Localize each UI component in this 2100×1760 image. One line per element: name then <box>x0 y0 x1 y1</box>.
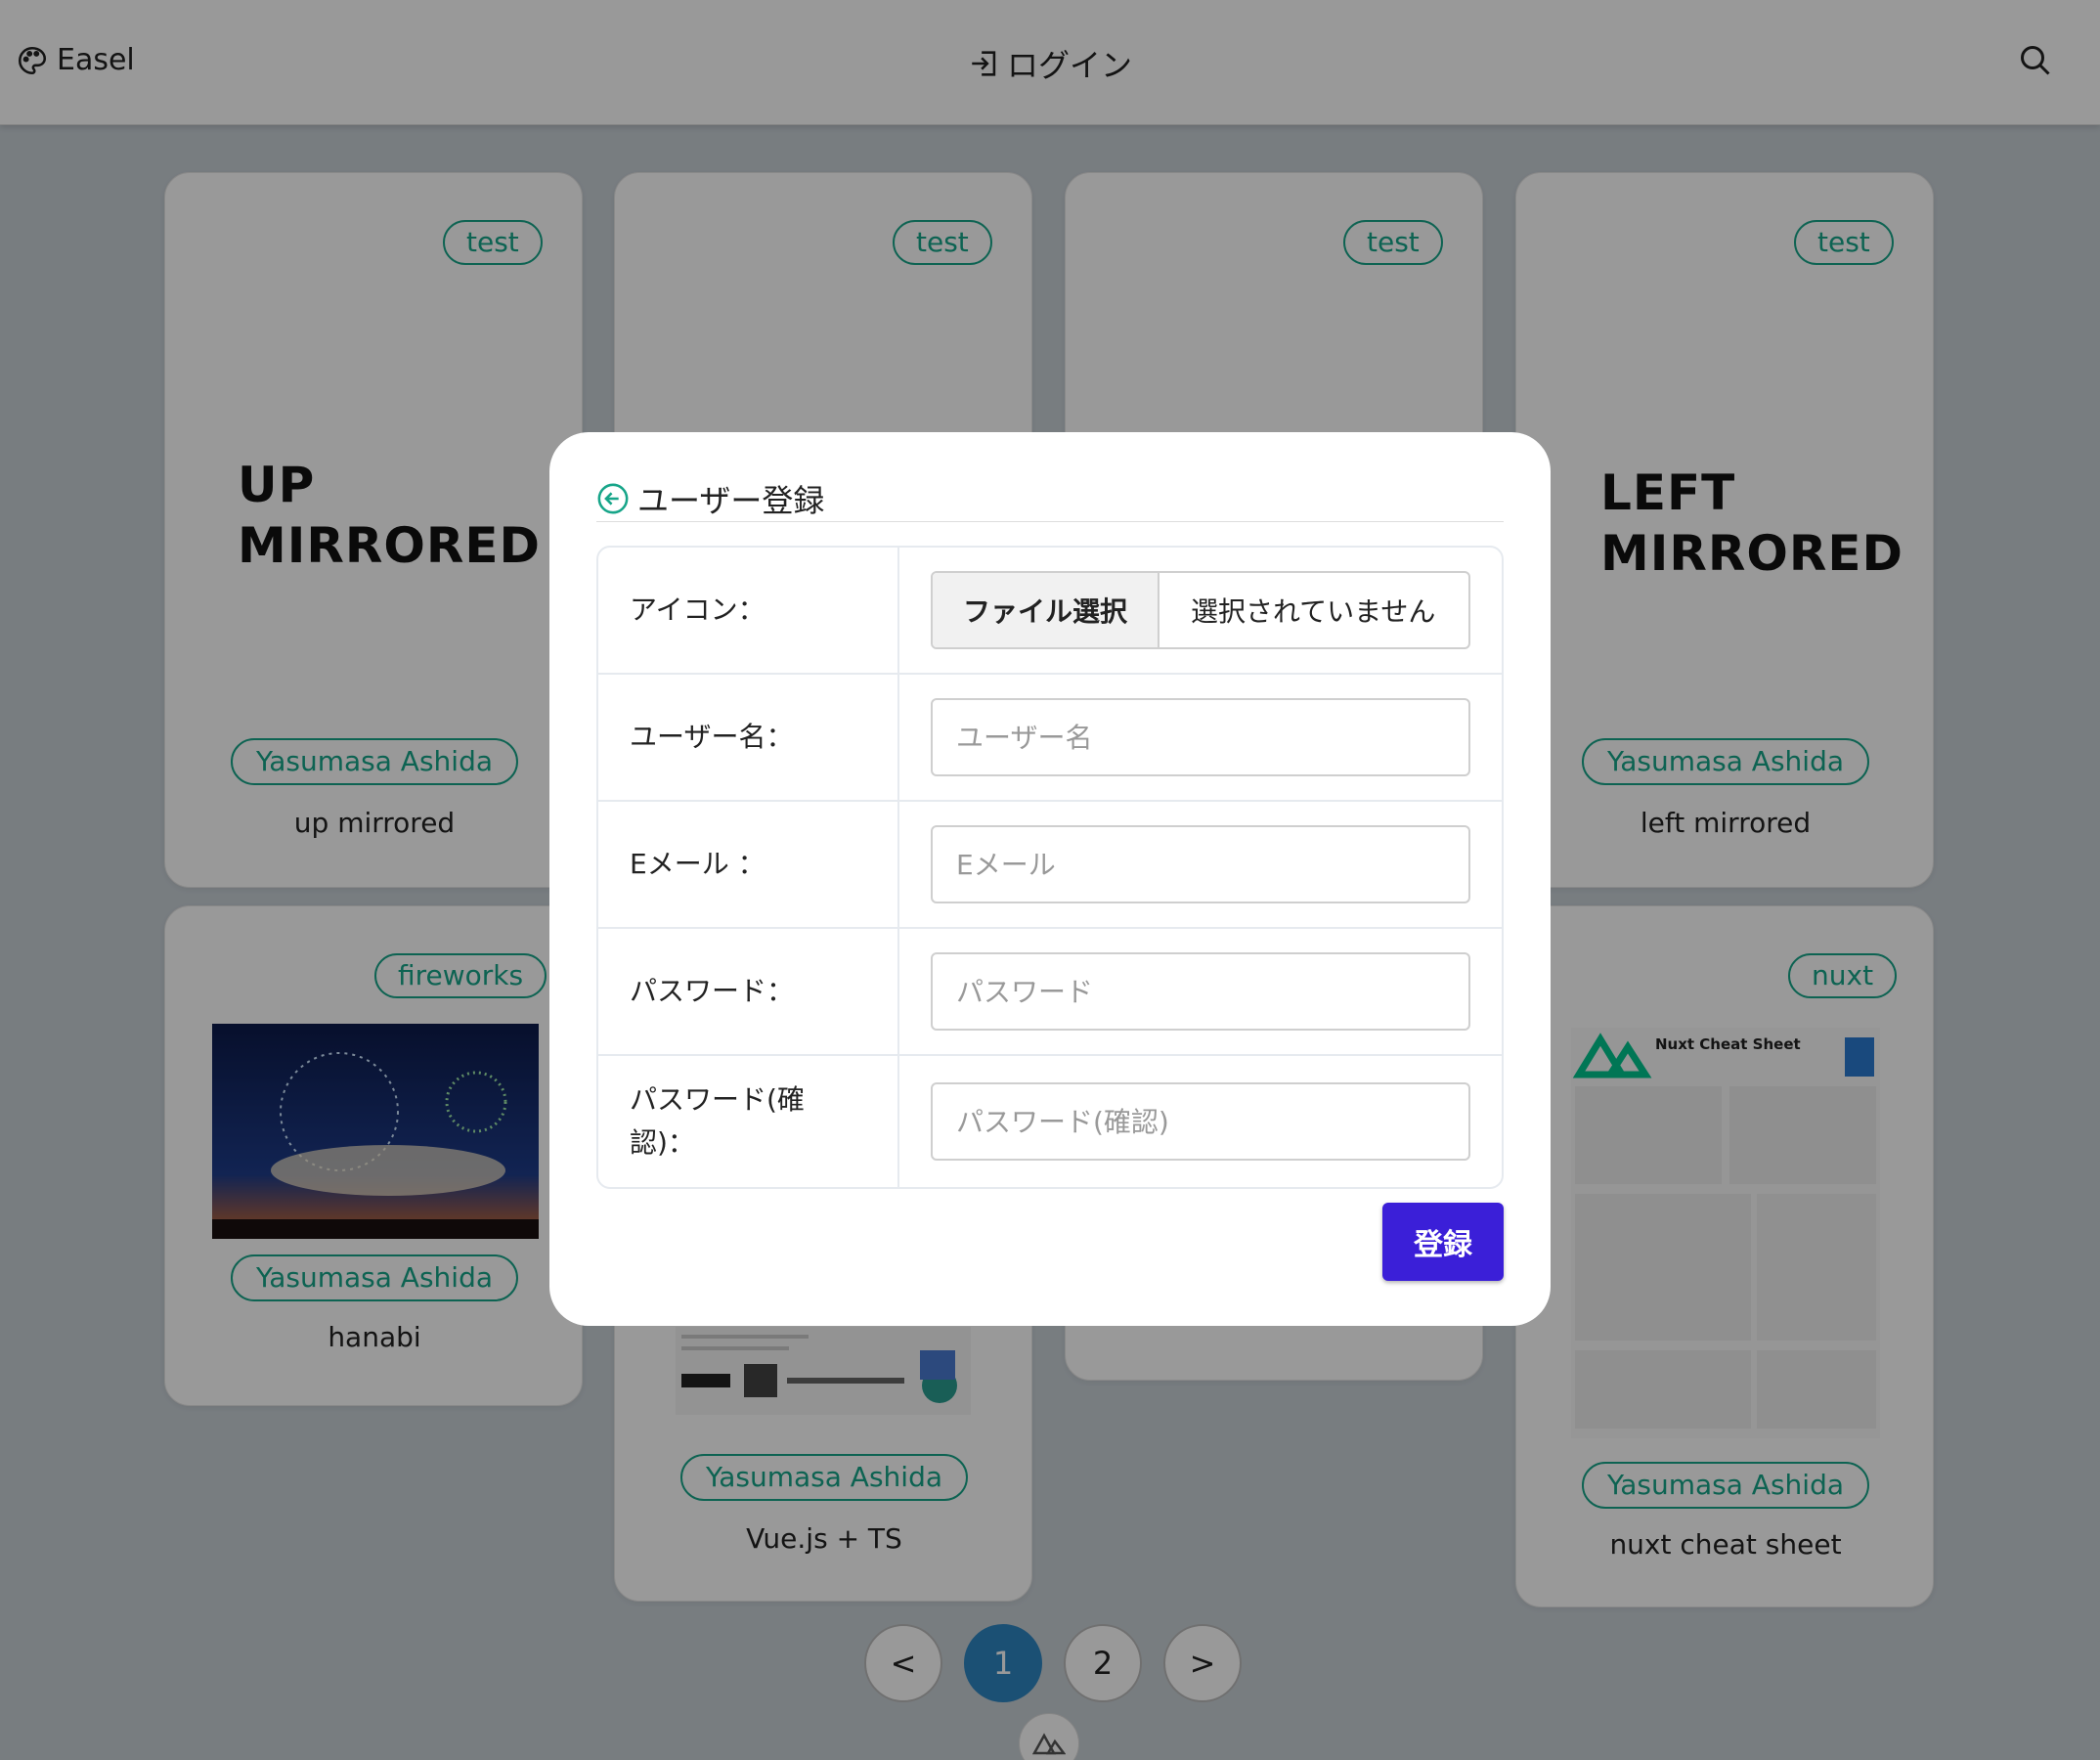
password-label: パスワード： <box>598 929 899 1054</box>
form-row-icon: アイコン： ファイル選択 選択されていません <box>598 548 1502 675</box>
icon-file-input[interactable]: ファイル選択 選択されていません <box>931 571 1470 649</box>
form-row-password: パスワード： <box>598 929 1502 1056</box>
password-confirm-input[interactable] <box>931 1082 1470 1161</box>
username-label: ユーザー名： <box>598 675 899 800</box>
form-row-password-confirm: パスワード(確認)： <box>598 1056 1502 1187</box>
password-confirm-label: パスワード(確認)： <box>598 1056 899 1187</box>
form-row-email: Eメール ： <box>598 802 1502 929</box>
modal-title: ユーザー登録 <box>637 481 825 519</box>
form-row-username: ユーザー名： <box>598 675 1502 802</box>
back-arrow-icon[interactable] <box>596 482 630 515</box>
file-status: 選択されていません <box>1191 595 1436 628</box>
register-form: アイコン： ファイル選択 選択されていません ユーザー名： Eメール ： パスワ… <box>596 546 1504 1189</box>
register-modal: ユーザー登録 アイコン： ファイル選択 選択されていません ユーザー名： Eメー… <box>549 432 1551 1326</box>
icon-label: アイコン： <box>598 548 899 673</box>
file-select-button[interactable]: ファイル選択 <box>933 573 1159 647</box>
email-input[interactable] <box>931 825 1470 903</box>
register-button[interactable]: 登録 <box>1382 1203 1504 1281</box>
password-input[interactable] <box>931 952 1470 1031</box>
username-input[interactable] <box>931 698 1470 776</box>
modal-header: ユーザー登録 <box>596 481 1504 522</box>
email-label: Eメール ： <box>598 802 899 927</box>
